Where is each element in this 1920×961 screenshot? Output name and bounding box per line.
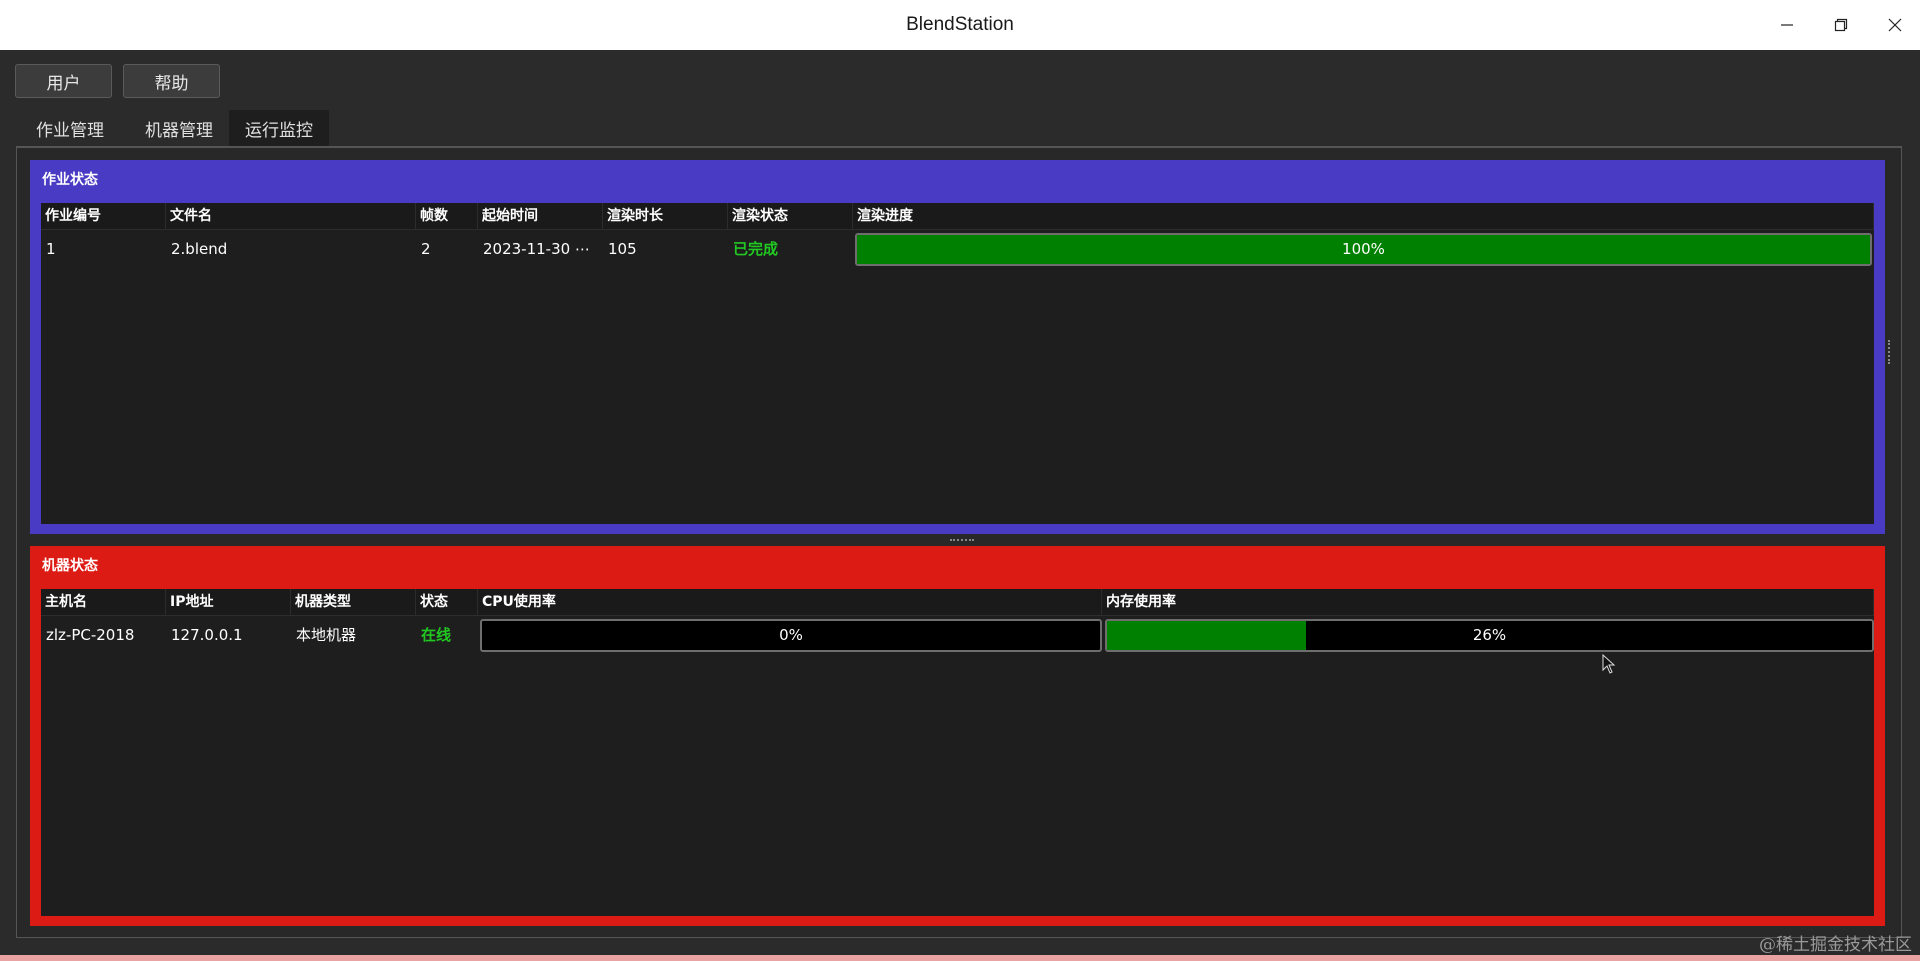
column-header-render-status[interactable]: 渲染状态 xyxy=(728,203,853,230)
column-header-duration[interactable]: 渲染时长 xyxy=(603,203,728,230)
start-time-cell: 2023-11-30 ⋯ xyxy=(483,240,590,258)
minimize-button[interactable] xyxy=(1760,0,1814,50)
column-header-job-id[interactable]: 作业编号 xyxy=(41,203,166,230)
tab-machine-management[interactable]: 机器管理 xyxy=(129,110,229,146)
user-menu-button[interactable]: 用户 xyxy=(15,64,112,98)
restore-button[interactable] xyxy=(1814,0,1868,50)
column-header-ip-address[interactable]: IP地址 xyxy=(166,589,291,616)
column-header-start-time[interactable]: 起始时间 xyxy=(478,203,603,230)
column-header-file-name[interactable]: 文件名 xyxy=(166,203,416,230)
machine-table-header: 主机名 IP地址 机器类型 状态 CPU使用率 内存使用率 xyxy=(41,589,1874,616)
frames-cell: 2 xyxy=(421,240,431,258)
splitter-handle[interactable] xyxy=(950,539,974,542)
job-status-title: 作业状态 xyxy=(42,172,98,188)
machine-type-cell: 本地机器 xyxy=(296,626,357,644)
memory-usage-label: 26% xyxy=(1472,626,1507,644)
machine-state-cell: 在线 xyxy=(421,626,452,644)
status-bar xyxy=(0,955,1920,961)
title-bar: BlendStation xyxy=(0,0,1920,50)
ip-address-cell: 127.0.0.1 xyxy=(171,626,243,644)
column-header-state[interactable]: 状态 xyxy=(416,589,478,616)
restore-icon xyxy=(1834,18,1848,32)
column-header-host-name[interactable]: 主机名 xyxy=(41,589,166,616)
tab-run-monitor[interactable]: 运行监控 xyxy=(229,110,329,146)
window-title: BlendStation xyxy=(906,14,1014,35)
duration-cell: 105 xyxy=(608,240,637,258)
tab-job-management[interactable]: 作业管理 xyxy=(20,110,120,146)
side-resize-handle[interactable] xyxy=(1888,340,1891,364)
column-header-machine-type[interactable]: 机器类型 xyxy=(291,589,416,616)
watermark-text: @稀土掘金技术社区 xyxy=(1759,935,1912,955)
render-progress-label: 100% xyxy=(1342,240,1385,258)
memory-usage-bar: 26% xyxy=(1105,619,1874,652)
mouse-cursor-icon xyxy=(1602,654,1616,674)
job-table-header: 作业编号 文件名 帧数 起始时间 渲染时长 渲染状态 渲染进度 xyxy=(41,203,1874,230)
cpu-usage-label: 0% xyxy=(779,626,803,644)
file-name-cell: 2.blend xyxy=(171,240,228,258)
column-header-memory-usage[interactable]: 内存使用率 xyxy=(1102,589,1874,616)
help-menu-button[interactable]: 帮助 xyxy=(123,64,220,98)
close-icon xyxy=(1888,18,1902,32)
column-header-cpu-usage[interactable]: CPU使用率 xyxy=(478,589,1102,616)
host-name-cell: zlz-PC-2018 xyxy=(46,626,135,644)
close-button[interactable] xyxy=(1868,0,1920,50)
column-header-render-progress[interactable]: 渲染进度 xyxy=(853,203,1874,230)
minimize-icon xyxy=(1781,24,1793,26)
machine-status-title: 机器状态 xyxy=(42,558,98,574)
machine-status-group: 机器状态 主机名 IP地址 机器类型 状态 CPU使用率 内存使用率 zlz-P… xyxy=(30,546,1885,926)
job-table[interactable]: 作业编号 文件名 帧数 起始时间 渲染时长 渲染状态 渲染进度 1 2.blen… xyxy=(41,203,1874,524)
job-id-cell: 1 xyxy=(46,240,56,258)
job-status-group: 作业状态 作业编号 文件名 帧数 起始时间 渲染时长 渲染状态 渲染进度 1 2… xyxy=(30,160,1885,534)
render-status-cell: 已完成 xyxy=(733,240,779,258)
cpu-usage-bar: 0% xyxy=(480,619,1102,652)
column-header-frames[interactable]: 帧数 xyxy=(416,203,478,230)
render-progress-bar: 100% xyxy=(855,233,1872,266)
machine-table[interactable]: 主机名 IP地址 机器类型 状态 CPU使用率 内存使用率 zlz-PC-201… xyxy=(41,589,1874,916)
